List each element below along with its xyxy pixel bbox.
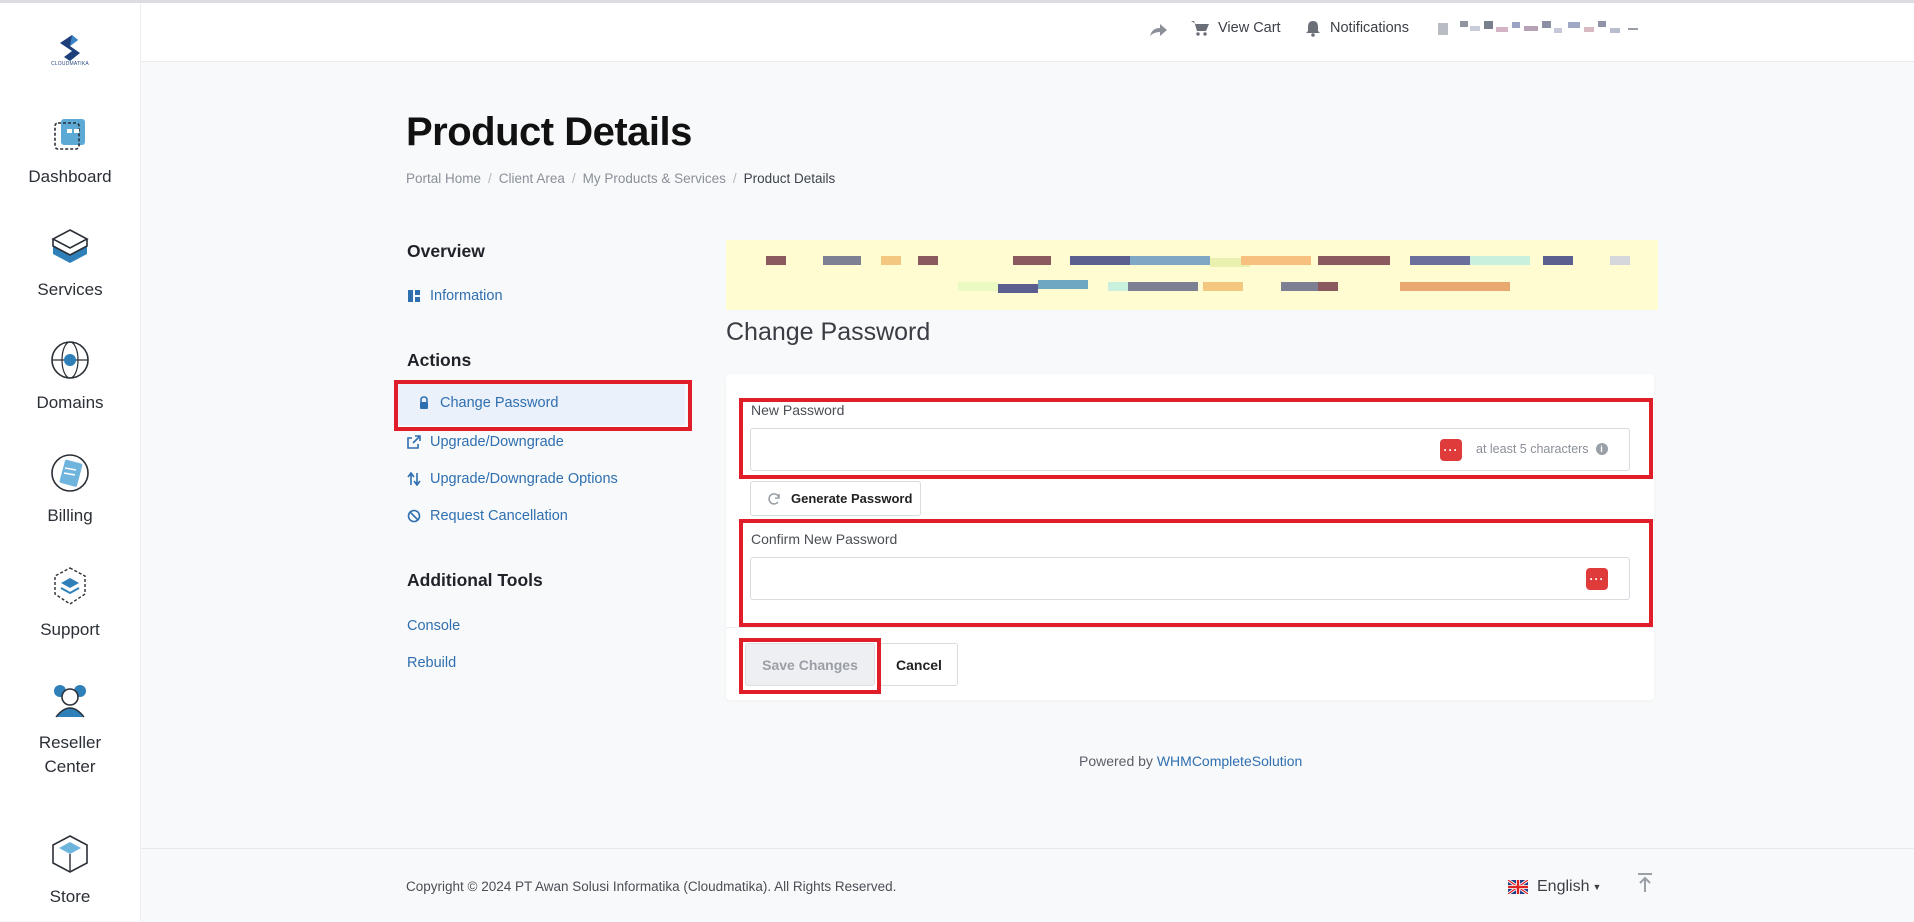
information-label: Information [430, 288, 503, 304]
breadcrumb-separator: / [732, 171, 737, 186]
back-to-top-icon[interactable] [1636, 872, 1654, 894]
sidebar-item-domains[interactable]: Domains [0, 337, 140, 415]
ban-icon [407, 509, 421, 523]
upgrade-downgrade-options-label: Upgrade/Downgrade Options [430, 471, 618, 487]
notifications-link[interactable]: Notifications [1304, 19, 1409, 37]
card-divider [726, 627, 1654, 628]
sidebar-item-support[interactable]: Support [0, 564, 140, 642]
breadcrumb-separator: / [571, 171, 576, 186]
powered-by: Powered by WHMCompleteSolution [1079, 753, 1302, 769]
language-label: English [1537, 878, 1590, 895]
copyright-text: Copyright © 2024 PT Awan Solusi Informat… [406, 879, 897, 894]
dots-icon: ··· [1443, 443, 1459, 457]
information-link[interactable]: Information [407, 288, 503, 304]
refresh-icon [768, 492, 780, 505]
powered-by-link[interactable]: WHMCompleteSolution [1157, 753, 1303, 769]
confirm-password-input[interactable] [750, 557, 1630, 600]
breadcrumb-portal-home[interactable]: Portal Home [406, 171, 481, 186]
support-icon [54, 567, 86, 605]
dashboard-icon [54, 119, 85, 150]
request-cancellation-link[interactable]: Request Cancellation [407, 508, 568, 524]
sidebar-item-label: Dashboard [28, 167, 112, 186]
page-title: Product Details [406, 110, 692, 154]
overview-heading: Overview [407, 241, 485, 261]
breadcrumb: Portal Home / Client Area / My Products … [406, 171, 835, 186]
uk-flag-icon [1508, 880, 1528, 894]
billing-icon [51, 454, 89, 492]
dots-icon: ··· [1589, 572, 1605, 586]
sort-arrows-icon [407, 472, 421, 486]
rebuild-label: Rebuild [407, 655, 457, 671]
password-manager-button-confirm[interactable]: ··· [1586, 568, 1608, 590]
upgrade-downgrade-link[interactable]: Upgrade/Downgrade [407, 434, 564, 450]
breadcrumb-separator: / [488, 171, 492, 186]
info-icon[interactable]: i [1595, 443, 1608, 455]
store-icon [52, 835, 88, 873]
breadcrumb-my-products[interactable]: My Products & Services [583, 171, 726, 186]
redacted-notice-banner [726, 240, 1658, 310]
password-manager-button[interactable]: ··· [1440, 439, 1462, 461]
sidebar-item-reseller-center[interactable]: Reseller Center [0, 677, 140, 779]
sidebar: CLOUDMATIKA Dashboard Services Domains B… [0, 3, 141, 921]
reseller-center-icon [54, 685, 86, 718]
change-password-link[interactable]: Change Password [395, 381, 685, 425]
share-button[interactable] [1148, 22, 1168, 38]
domains-icon [51, 341, 89, 379]
change-password-label: Change Password [440, 395, 559, 411]
confirm-password-label: Confirm New Password [751, 531, 898, 547]
sidebar-item-billing[interactable]: Billing [0, 450, 140, 528]
view-cart-label: View Cart [1218, 20, 1281, 36]
sidebar-item-label: Services [37, 280, 103, 299]
generate-password-label: Generate Password [791, 491, 913, 506]
services-icon [51, 229, 89, 263]
password-strength-hint: at least 5 characters i [1476, 442, 1608, 456]
change-password-title: Change Password [726, 318, 931, 346]
sidebar-item-label: Billing [47, 506, 93, 525]
sidebar-item-dashboard[interactable]: Dashboard [0, 111, 140, 189]
sidebar-item-label-line2: Center [44, 757, 96, 776]
dashboard-small-icon [408, 290, 420, 302]
sidebar-item-store[interactable]: Store [0, 831, 140, 909]
view-cart-link[interactable]: View Cart [1190, 19, 1281, 37]
caret-down-icon: ▼ [1592, 882, 1602, 892]
upgrade-downgrade-options-link[interactable]: Upgrade/Downgrade Options [407, 471, 618, 487]
external-link-icon [407, 435, 421, 449]
console-label: Console [407, 618, 461, 634]
additional-tools-heading: Additional Tools [407, 570, 543, 590]
cancel-button[interactable]: Cancel [880, 643, 958, 686]
actions-heading: Actions [407, 350, 472, 370]
sidebar-item-label: Reseller [38, 733, 102, 752]
language-selector[interactable]: English ▼ [1508, 878, 1601, 896]
share-icon [1150, 24, 1167, 36]
save-changes-button[interactable]: Save Changes [745, 643, 875, 686]
password-hint-text: at least 5 characters [1476, 442, 1589, 456]
sidebar-item-label: Domains [36, 393, 104, 412]
lock-icon [420, 396, 428, 409]
breadcrumb-current: Product Details [743, 171, 836, 186]
sidebar-item-services[interactable]: Services [0, 224, 140, 302]
cart-icon [1191, 21, 1209, 36]
sidebar-item-label: Store [49, 887, 91, 906]
generate-password-button[interactable]: Generate Password [750, 481, 921, 516]
request-cancellation-label: Request Cancellation [430, 508, 568, 524]
console-link[interactable]: Console [407, 618, 460, 634]
upgrade-downgrade-label: Upgrade/Downgrade [430, 434, 564, 450]
new-password-label: New Password [751, 402, 845, 418]
rebuild-link[interactable]: Rebuild [407, 655, 456, 671]
bell-icon [1306, 21, 1320, 37]
notifications-label: Notifications [1330, 20, 1409, 36]
breadcrumb-client-area[interactable]: Client Area [499, 171, 565, 186]
powered-by-prefix: Powered by [1079, 753, 1153, 769]
user-menu-redacted[interactable] [1428, 18, 1668, 40]
logo-text: CLOUDMATIKA [51, 61, 89, 67]
sidebar-item-label: Support [40, 620, 100, 639]
